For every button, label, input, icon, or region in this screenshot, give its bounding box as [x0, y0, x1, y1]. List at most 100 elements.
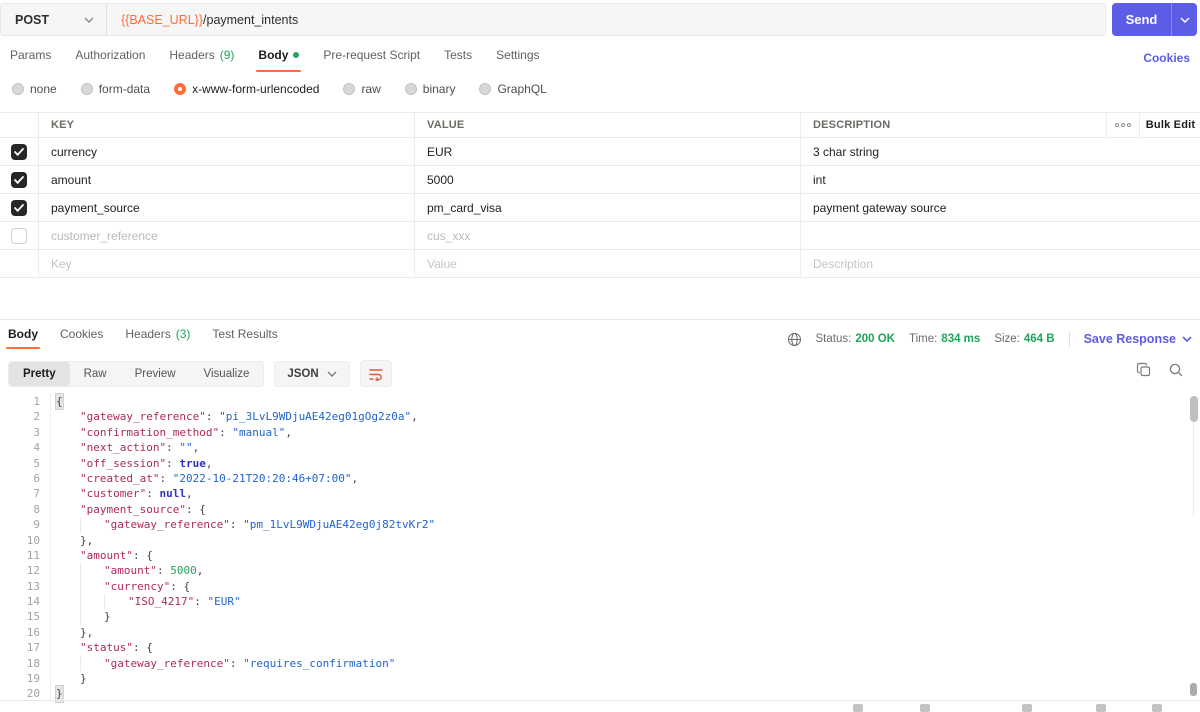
param-value-cell[interactable]: Value	[414, 250, 800, 277]
header-checkbox-cell	[0, 113, 38, 137]
token-p: :	[229, 518, 244, 532]
param-key-cell[interactable]: payment_source	[38, 194, 414, 221]
response-tab-cookies[interactable]: Cookies	[60, 327, 103, 349]
line-content: "gateway_reference": "pi_3LvL9WDjuAE42eg…	[56, 409, 418, 424]
more-options-icon[interactable]	[1107, 113, 1139, 137]
code-line: 12 "amount": 5000,	[0, 563, 1184, 579]
token-p: : {	[132, 641, 153, 655]
response-tab-headers[interactable]: Headers (3)	[125, 327, 190, 349]
checkbox-checked[interactable]	[11, 199, 27, 216]
body-mode-x-www-form-urlencoded[interactable]: x-www-form-urlencoded	[174, 82, 319, 96]
footer-icon[interactable]	[920, 704, 930, 712]
copy-response-icon[interactable]	[1136, 362, 1152, 378]
param-key-cell[interactable]: Key	[38, 250, 414, 277]
token-p: :	[166, 456, 180, 470]
tab-tests[interactable]: Tests	[444, 46, 472, 72]
wrap-lines-button[interactable]	[359, 360, 392, 387]
token-p: ,	[351, 471, 359, 485]
save-response-button[interactable]: Save Response	[1084, 332, 1192, 346]
body-mode-form-data[interactable]: form-data	[80, 82, 150, 96]
tab-body[interactable]: Body	[256, 46, 302, 72]
page-scrollbar-thumb[interactable]	[1190, 683, 1197, 696]
param-description-cell[interactable]: int	[800, 166, 1106, 193]
view-visualize[interactable]: Visualize	[190, 362, 264, 386]
param-value-cell[interactable]: pm_card_visa	[414, 194, 800, 221]
param-key-cell[interactable]: amount	[38, 166, 414, 193]
response-tab-body[interactable]: Body	[6, 327, 40, 349]
footer-divider	[0, 700, 1200, 701]
param-description-cell[interactable]: payment gateway source	[800, 194, 1106, 221]
param-description-cell[interactable]: Description	[800, 250, 1106, 277]
radio-icon	[479, 83, 492, 95]
param-description-cell[interactable]	[800, 222, 1106, 249]
row-actions-cell	[1106, 194, 1200, 221]
footer-icon[interactable]	[1152, 704, 1162, 712]
body-mode-label: raw	[361, 82, 381, 96]
active-tab-underline	[256, 70, 302, 72]
view-preview[interactable]: Preview	[121, 362, 190, 386]
url-input[interactable]: {{BASE_URL}}/payment_intents	[107, 13, 1105, 27]
row-checkbox-cell	[0, 166, 38, 193]
scrollbar-thumb[interactable]	[1190, 396, 1198, 422]
tab-headers[interactable]: Headers (9)	[169, 46, 234, 72]
response-body-json[interactable]: 1{2 "gateway_reference": "pi_3LvL9WDjuAE4…	[0, 394, 1184, 702]
checkbox-checked[interactable]	[11, 171, 27, 188]
line-number: 14	[26, 595, 40, 609]
token-a: null	[159, 487, 186, 501]
param-key-cell[interactable]: customer_reference	[38, 222, 414, 249]
body-mode-graphql[interactable]: GraphQL	[479, 82, 547, 96]
code-line: 19}	[0, 671, 1184, 686]
indent-guide	[80, 517, 104, 533]
param-value-cell[interactable]: EUR	[414, 138, 800, 165]
view-raw[interactable]: Raw	[70, 362, 121, 386]
token-p: :	[159, 471, 173, 485]
checkbox-unchecked[interactable]	[11, 227, 27, 244]
tab-settings[interactable]: Settings	[496, 46, 539, 72]
param-value-cell[interactable]: 5000	[414, 166, 800, 193]
line-number: 17	[26, 641, 40, 655]
line-content: "customer": null,	[56, 486, 193, 501]
cookies-link[interactable]: Cookies	[1143, 51, 1190, 65]
method-select[interactable]: POST	[1, 4, 107, 35]
token-k: "created_at"	[80, 471, 160, 485]
send-button[interactable]: Send	[1112, 3, 1197, 36]
tab-pre-request-script[interactable]: Pre-request Script	[323, 46, 420, 72]
tab-authorization[interactable]: Authorization	[75, 46, 145, 72]
token-p: :	[229, 656, 244, 670]
meta-label: Size:	[994, 333, 1020, 345]
format-select[interactable]: JSON	[274, 360, 350, 387]
token-k: "gateway_reference"	[104, 656, 230, 670]
footer-icon[interactable]	[1096, 704, 1106, 712]
line-content: {	[56, 394, 63, 410]
tab-label: Authorization	[75, 48, 146, 62]
search-response-icon[interactable]	[1168, 362, 1184, 378]
param-value-cell[interactable]: cus_xxx	[414, 222, 800, 249]
url-path: /payment_intents	[203, 12, 299, 27]
bulk-edit-button[interactable]: Bulk Edit	[1139, 113, 1200, 137]
indent-guide	[80, 563, 104, 579]
token-k: "off_session"	[80, 456, 167, 470]
line-number: 12	[26, 564, 40, 578]
line-content: "amount": 5000,	[56, 563, 203, 579]
header-key: KEY	[38, 113, 414, 137]
param-key-cell[interactable]: currency	[38, 138, 414, 165]
footer-icon[interactable]	[853, 704, 863, 712]
checkbox-checked[interactable]	[11, 143, 27, 160]
send-options-caret[interactable]	[1171, 3, 1197, 36]
param-description-cell[interactable]: 3 char string	[800, 138, 1106, 165]
body-mode-raw[interactable]: raw	[343, 82, 381, 96]
tab-params[interactable]: Params	[10, 46, 51, 72]
code-line: 4 "next_action": "",	[0, 440, 1184, 455]
code-line: 5 "off_session": true,	[0, 456, 1184, 471]
tab-label: Pre-request Script	[323, 48, 421, 62]
view-pretty[interactable]: Pretty	[9, 361, 70, 386]
body-mode-none[interactable]: none	[12, 82, 57, 96]
body-mode-binary[interactable]: binary	[404, 82, 455, 96]
line-content: "ISO_4217": "EUR"	[56, 594, 241, 610]
line-number: 19	[26, 672, 40, 686]
response-tab-test-results[interactable]: Test Results	[212, 327, 277, 349]
footer-icon[interactable]	[1022, 704, 1032, 712]
